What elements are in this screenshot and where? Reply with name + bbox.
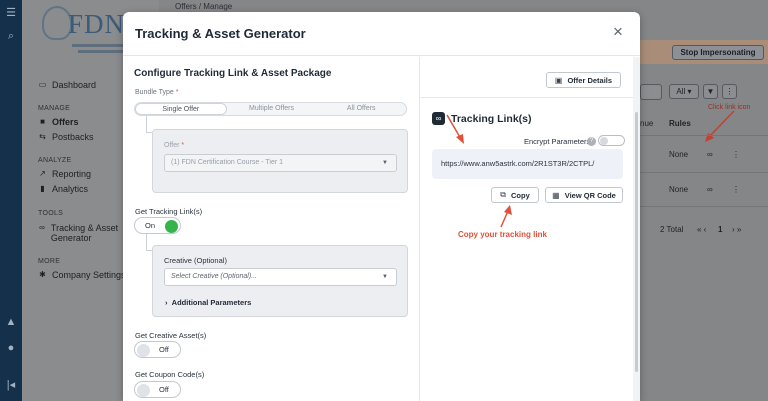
offer-section: Offer * (1) FDN Certification Course - T…: [152, 129, 408, 193]
modal-scroll-thumb[interactable]: [635, 112, 638, 372]
output-panel: ▣ Offer Details ∞ Tracking Link(s) Encry…: [421, 57, 633, 401]
search-icon[interactable]: ⌕: [0, 30, 22, 43]
bar-chart-icon: ▮: [40, 184, 45, 193]
offer-label: Offer *: [164, 142, 185, 149]
arrow-left-right-icon: ⇆: [39, 132, 46, 141]
total-count: 2 Total: [660, 225, 684, 234]
collapse-icon[interactable]: |◂: [0, 378, 22, 391]
sidebar-item-analytics[interactable]: ▮ Analytics: [38, 184, 88, 194]
creative-label: Creative (Optional): [164, 256, 227, 265]
configure-panel: Configure Tracking Link & Asset Package …: [123, 57, 420, 401]
annotation-arrows: [446, 114, 512, 228]
close-icon[interactable]: ×: [613, 22, 623, 42]
creative-section: Creative (Optional) Select Creative (Opt…: [152, 245, 408, 317]
link-icon: ∞: [39, 223, 45, 232]
sidebar-item-company-settings[interactable]: ✱ Company Settings: [38, 270, 125, 280]
pagination-prev[interactable]: « ‹: [697, 225, 706, 234]
bundle-type-selector: Single Offer Multiple Offers All Offers: [134, 102, 407, 116]
bundle-option-multiple[interactable]: Multiple Offers: [227, 103, 317, 115]
monitor-icon: ▭: [38, 80, 47, 89]
stop-impersonating-button[interactable]: Stop Impersonating: [672, 45, 764, 60]
chevron-down-icon: ▼: [382, 274, 388, 280]
row-menu-icon[interactable]: ⋮: [732, 150, 740, 159]
tracking-generator-modal: Tracking & Asset Generator × Configure T…: [123, 12, 640, 401]
section-manage: MANAGE: [38, 105, 71, 112]
configure-heading: Configure Tracking Link & Asset Package: [134, 68, 332, 79]
row-link-icon[interactable]: ∞: [707, 150, 713, 159]
tag-icon: ■: [40, 117, 45, 126]
bell-icon[interactable]: ▲: [0, 316, 22, 328]
table-row: None: [669, 185, 689, 194]
sidebar-item-reporting[interactable]: ↗ Reporting: [38, 169, 91, 179]
row-link-icon[interactable]: ∞: [707, 185, 713, 194]
chart-icon: ↗: [39, 169, 46, 178]
user-icon[interactable]: ●: [0, 342, 22, 354]
sidebar-item-postbacks[interactable]: ⇆ Postbacks: [38, 132, 93, 142]
sidebar-item-dashboard[interactable]: ▭ Dashboard: [38, 80, 96, 90]
filter-icon[interactable]: ▼: [703, 84, 718, 99]
section-more: MORE: [38, 258, 61, 265]
more-options-icon[interactable]: ⋮: [722, 84, 737, 99]
search-field[interactable]: [640, 84, 662, 100]
pagination-page[interactable]: 1: [718, 225, 722, 234]
bundle-option-all[interactable]: All Offers: [316, 103, 406, 115]
column-header-rules: Rules: [669, 119, 691, 128]
creative-select[interactable]: Select Creative (Optional)... ▼: [164, 268, 397, 286]
get-tracking-link-label: Get Tracking Link(s): [135, 207, 203, 216]
creative-asset-toggle[interactable]: Off: [134, 341, 181, 358]
tracking-link-toggle[interactable]: On: [134, 217, 181, 234]
annotation-arrowhead-copy: [504, 205, 512, 215]
modal-title: Tracking & Asset Generator: [135, 26, 306, 41]
annotation-arrowhead-url: [456, 134, 464, 144]
section-analyze: ANALYZE: [38, 157, 72, 164]
breadcrumb: Offers / Manage: [175, 2, 233, 11]
annotation-arrow-url: [446, 114, 462, 140]
annotation-arrow-link: [705, 110, 735, 142]
bundle-type-label: Bundle Type *: [135, 89, 179, 96]
modal-header: Tracking & Asset Generator ×: [123, 12, 640, 56]
additional-parameters-toggle[interactable]: › Additional Parameters: [165, 298, 251, 307]
chevron-down-icon: ▼: [382, 160, 388, 166]
icon-rail: ☰ ⌕ ▲ ● |◂: [0, 0, 22, 401]
sidebar-item-offers[interactable]: ■ Offers: [38, 117, 78, 127]
row-menu-icon[interactable]: ⋮: [732, 185, 740, 194]
pagination-next[interactable]: › »: [732, 225, 741, 234]
get-creative-label: Get Creative Asset(s): [135, 331, 207, 340]
gear-icon: ✱: [39, 270, 46, 279]
bundle-option-single[interactable]: Single Offer: [135, 103, 227, 115]
section-tools: TOOLS: [38, 210, 64, 217]
menu-icon[interactable]: ☰: [0, 6, 22, 19]
filter-select[interactable]: All ▾: [669, 84, 699, 99]
coupon-code-toggle[interactable]: Off: [134, 381, 181, 398]
annotation-arrow-copy: [500, 210, 509, 228]
column-header: nue: [640, 119, 654, 128]
table-row: None: [669, 150, 689, 159]
get-coupon-label: Get Coupon Code(s): [135, 370, 205, 379]
offer-select[interactable]: (1) FDN Certification Course - Tier 1 ▼: [164, 154, 397, 172]
